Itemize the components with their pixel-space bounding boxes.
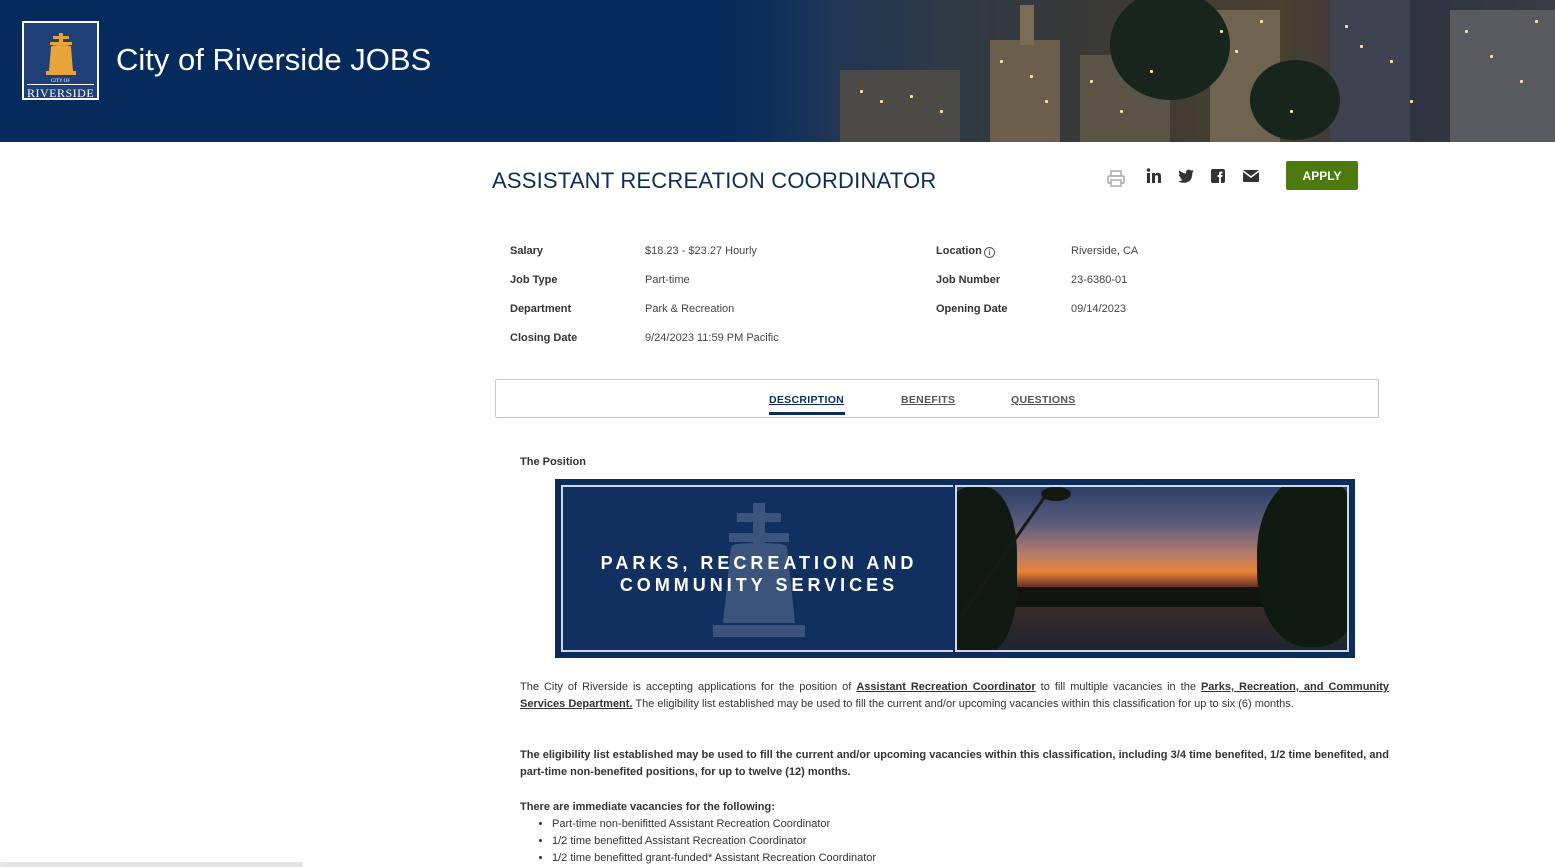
intro-text-c: The eligibility list established may be … (632, 698, 1294, 710)
intro-text-b: to fill multiple vacancies in the (1035, 681, 1201, 693)
print-icon[interactable] (1106, 168, 1126, 188)
city-logo[interactable]: CITY OF RIVERSIDE (22, 21, 99, 100)
list-item: Part-time non-benifitted Assistant Recre… (552, 816, 876, 833)
vacancies-list: Part-time non-benifitted Assistant Recre… (552, 816, 876, 867)
location-value: Riverside, CA (1071, 245, 1139, 257)
salary-label: Salary (510, 245, 544, 257)
linkedin-icon[interactable] (1144, 166, 1164, 186)
banner-line-1: PARKS, RECREATION AND (600, 553, 918, 573)
list-item: 1/2 time benefitted Assistant Recreation… (552, 833, 876, 850)
tab-description[interactable]: DESCRIPTION (769, 394, 844, 406)
opening-date-value: 09/14/2023 (1071, 303, 1127, 315)
banner-line-2: COMMUNITY SERVICES (619, 575, 899, 595)
list-item: 1/2 time benefitted grant-funded* Assist… (552, 850, 876, 867)
site-title[interactable]: City of Riverside JOBS (116, 42, 431, 78)
tab-questions[interactable]: QUESTIONS (1011, 394, 1076, 406)
intro-paragraph: The City of Riverside is accepting appli… (520, 679, 1389, 713)
closing-date-value: 9/24/2023 11:59 PM Pacific (645, 332, 779, 344)
bell-icon (46, 33, 76, 75)
job-number-value: 23-6380-01 (1071, 274, 1128, 286)
salary-value: $18.23 - $23.27 Hourly (645, 245, 757, 257)
closing-date-label: Closing Date (510, 332, 578, 344)
job-number-label: Job Number (936, 274, 1001, 286)
location-label: Location (936, 245, 982, 257)
apply-button[interactable]: APPLY (1286, 161, 1358, 190)
intro-text-a: The City of Riverside is accepting appli… (520, 681, 857, 693)
site-header: CITY OF RIVERSIDE City of Riverside JOBS (0, 0, 1555, 142)
opening-date-label: Opening Date (936, 303, 1008, 315)
job-type-value: Part-time (645, 274, 690, 286)
job-title: ASSISTANT RECREATION COORDINATOR (492, 168, 937, 193)
facebook-icon[interactable] (1208, 166, 1228, 186)
job-type-label: Job Type (510, 274, 558, 286)
logo-name-text: RIVERSIDE (27, 84, 95, 100)
twitter-icon[interactable] (1176, 166, 1196, 186)
header-city-photo (690, 0, 1555, 142)
email-icon[interactable] (1241, 166, 1261, 186)
active-tab-indicator (769, 412, 845, 415)
eligibility-paragraph: The eligibility list established may be … (520, 749, 1389, 778)
section-title: The Position (520, 456, 586, 468)
info-icon[interactable]: i (983, 247, 995, 258)
tab-benefits[interactable]: BENEFITS (901, 394, 955, 406)
department-label: Department (510, 303, 572, 315)
horizontal-scrollbar[interactable] (0, 862, 303, 867)
banner-sunset-photo (955, 485, 1349, 652)
banner-left-panel: PARKS, RECREATION AND COMMUNITY SERVICES (561, 485, 953, 652)
position-link[interactable]: Assistant Recreation Coordinator (856, 681, 1035, 693)
vacancies-heading: There are immediate vacancies for the fo… (520, 801, 775, 813)
department-value: Park & Recreation (645, 303, 735, 315)
location-label-wrap: Location i (936, 245, 995, 258)
job-tabs: DESCRIPTION BENEFITS QUESTIONS (495, 379, 1379, 418)
department-banner: PARKS, RECREATION AND COMMUNITY SERVICES (555, 479, 1355, 658)
